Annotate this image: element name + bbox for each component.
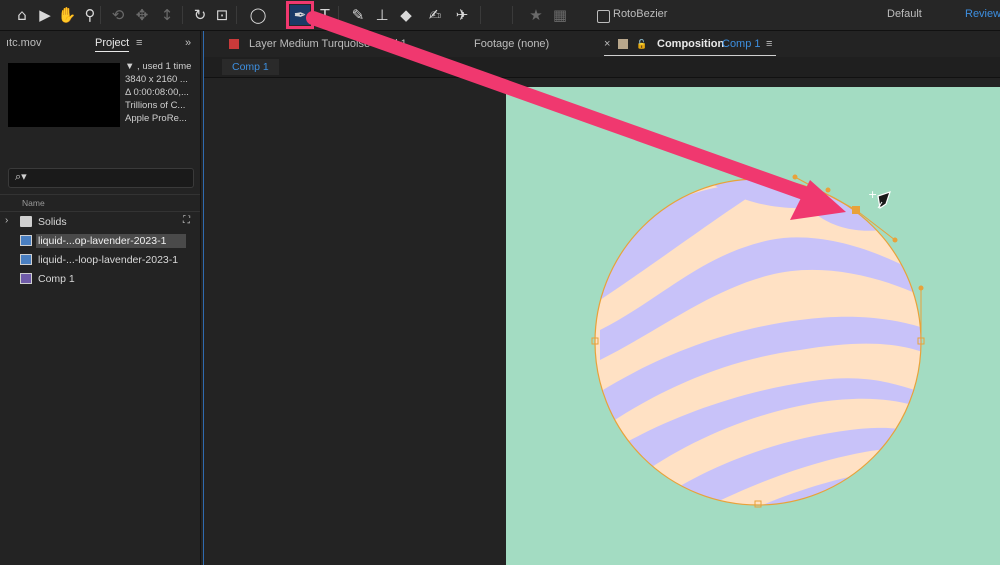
panel-overflow-icon[interactable]: » xyxy=(185,37,191,49)
workspace-review[interactable]: Review xyxy=(965,8,1000,20)
info-duration: Δ 0:00:08:00,... xyxy=(125,87,189,98)
composition-icon xyxy=(20,273,32,284)
tab-composition[interactable]: Composition xyxy=(657,38,724,50)
toolbar-separator xyxy=(338,6,339,24)
tab-layer[interactable]: Layer Medium Turquoise Solid 1 xyxy=(249,38,407,50)
tab-composition-name[interactable]: Comp 1 xyxy=(722,38,761,50)
toolbar-separator xyxy=(512,6,513,24)
type-tool-icon[interactable]: T xyxy=(315,5,335,25)
flowchart-icon[interactable]: ⛶ xyxy=(183,215,190,226)
eraser-tool-icon[interactable]: ◆ xyxy=(396,5,416,25)
selection-tool-icon[interactable]: ▶ xyxy=(35,5,55,25)
home-icon[interactable]: ⌂ xyxy=(12,5,32,25)
comp-canvas[interactable] xyxy=(204,78,1000,565)
rotobezier-checkbox[interactable] xyxy=(597,10,610,23)
rotobezier-label: RotoBezier xyxy=(613,8,668,20)
footage-thumbnail xyxy=(8,63,120,127)
hand-tool-icon[interactable]: ✋ xyxy=(57,5,77,25)
column-header: Name xyxy=(0,194,200,212)
project-item-label: Comp 1 xyxy=(38,273,75,285)
rotation-tool-icon[interactable]: ↻ xyxy=(190,5,210,25)
footage-icon xyxy=(20,254,32,265)
info-codec: Apple ProRe... xyxy=(125,113,187,124)
pan-camera-icon[interactable]: ✥ xyxy=(132,5,152,25)
project-item-label: Solids xyxy=(38,216,67,228)
info-resolution: 3840 x 2160 ... xyxy=(125,74,188,85)
project-item-label: liquid-...-loop-lavender-2023-1 xyxy=(38,254,179,266)
panel-menu-icon[interactable]: ≡ xyxy=(136,37,142,49)
clone-stamp-icon[interactable]: ⊥ xyxy=(372,5,392,25)
project-item-label: liquid-...op-lavender-2023-1 xyxy=(36,234,186,248)
toolbar-separator xyxy=(236,6,237,24)
footage-icon xyxy=(20,235,32,246)
project-panel: ıtc.mov Project ≡ » ▼ , used 1 time 3840… xyxy=(0,31,201,565)
project-search-input[interactable]: ⌕▾ xyxy=(8,168,194,188)
puppet-pin-icon[interactable]: ✈ xyxy=(452,5,472,25)
folder-icon xyxy=(20,216,32,227)
info-usage: ▼ , used 1 time xyxy=(125,61,192,72)
tab-footage[interactable]: Footage (none) xyxy=(474,38,549,50)
dolly-camera-icon[interactable]: ↕ xyxy=(157,5,177,25)
active-tab-underline xyxy=(604,55,776,56)
expand-chevron-icon[interactable]: › xyxy=(5,215,8,226)
column-name-label[interactable]: Name xyxy=(22,198,45,208)
comp-navigator: Comp 1 xyxy=(204,57,1000,78)
pan-behind-icon[interactable]: ⊡ xyxy=(212,5,232,25)
close-tab-icon[interactable]: × xyxy=(604,38,610,50)
toolbar: ⌂ ▶ ✋ ⚲ ⟲ ✥ ↕ ↻ ⊡ ◯ ✒ T ✎ ⊥ ◆ ✍ ✈ ★ ▦ RotoBezier Default Revi… xyxy=(0,0,1000,31)
project-item-footage-2[interactable]: liquid-...-loop-lavender-2023-1 xyxy=(0,251,200,269)
star-icon[interactable]: ★ xyxy=(526,5,546,25)
composition-viewer: Layer Medium Turquoise Solid 1 Footage (… xyxy=(203,31,1000,565)
viewer-menu-icon[interactable]: ≡ xyxy=(766,38,772,50)
search-icon: ⌕▾ xyxy=(15,170,27,183)
tab-footage-file[interactable]: ıtc.mov xyxy=(6,37,41,49)
lock-icon[interactable]: 🔓 xyxy=(636,39,647,50)
tab-project[interactable]: Project xyxy=(95,37,130,52)
zoom-tool-icon[interactable]: ⚲ xyxy=(80,5,100,25)
ellipse-tool-icon[interactable]: ◯ xyxy=(248,5,268,25)
snapping-icon[interactable]: ▦ xyxy=(550,5,570,25)
toolbar-separator xyxy=(100,6,101,24)
comp-breadcrumb[interactable]: Comp 1 xyxy=(222,59,279,75)
brush-tool-icon[interactable]: ✎ xyxy=(348,5,368,25)
comp-color-swatch xyxy=(618,39,628,49)
info-colors: Trillions of C... xyxy=(125,100,186,111)
project-item-solids[interactable]: › Solids ⛶ xyxy=(0,213,200,231)
orbit-camera-icon[interactable]: ⟲ xyxy=(108,5,128,25)
project-item-footage-1[interactable]: liquid-...op-lavender-2023-1 xyxy=(0,232,200,250)
roto-brush-icon[interactable]: ✍ xyxy=(425,5,445,25)
viewer-tabs: Layer Medium Turquoise Solid 1 Footage (… xyxy=(204,31,1000,58)
toolbar-separator xyxy=(480,6,481,24)
pen-tool-icon[interactable]: ✒ xyxy=(286,1,314,29)
layer-color-swatch xyxy=(229,39,239,49)
workspace-default[interactable]: Default xyxy=(887,8,922,20)
toolbar-separator xyxy=(182,6,183,24)
project-item-comp[interactable]: Comp 1 xyxy=(0,270,200,288)
